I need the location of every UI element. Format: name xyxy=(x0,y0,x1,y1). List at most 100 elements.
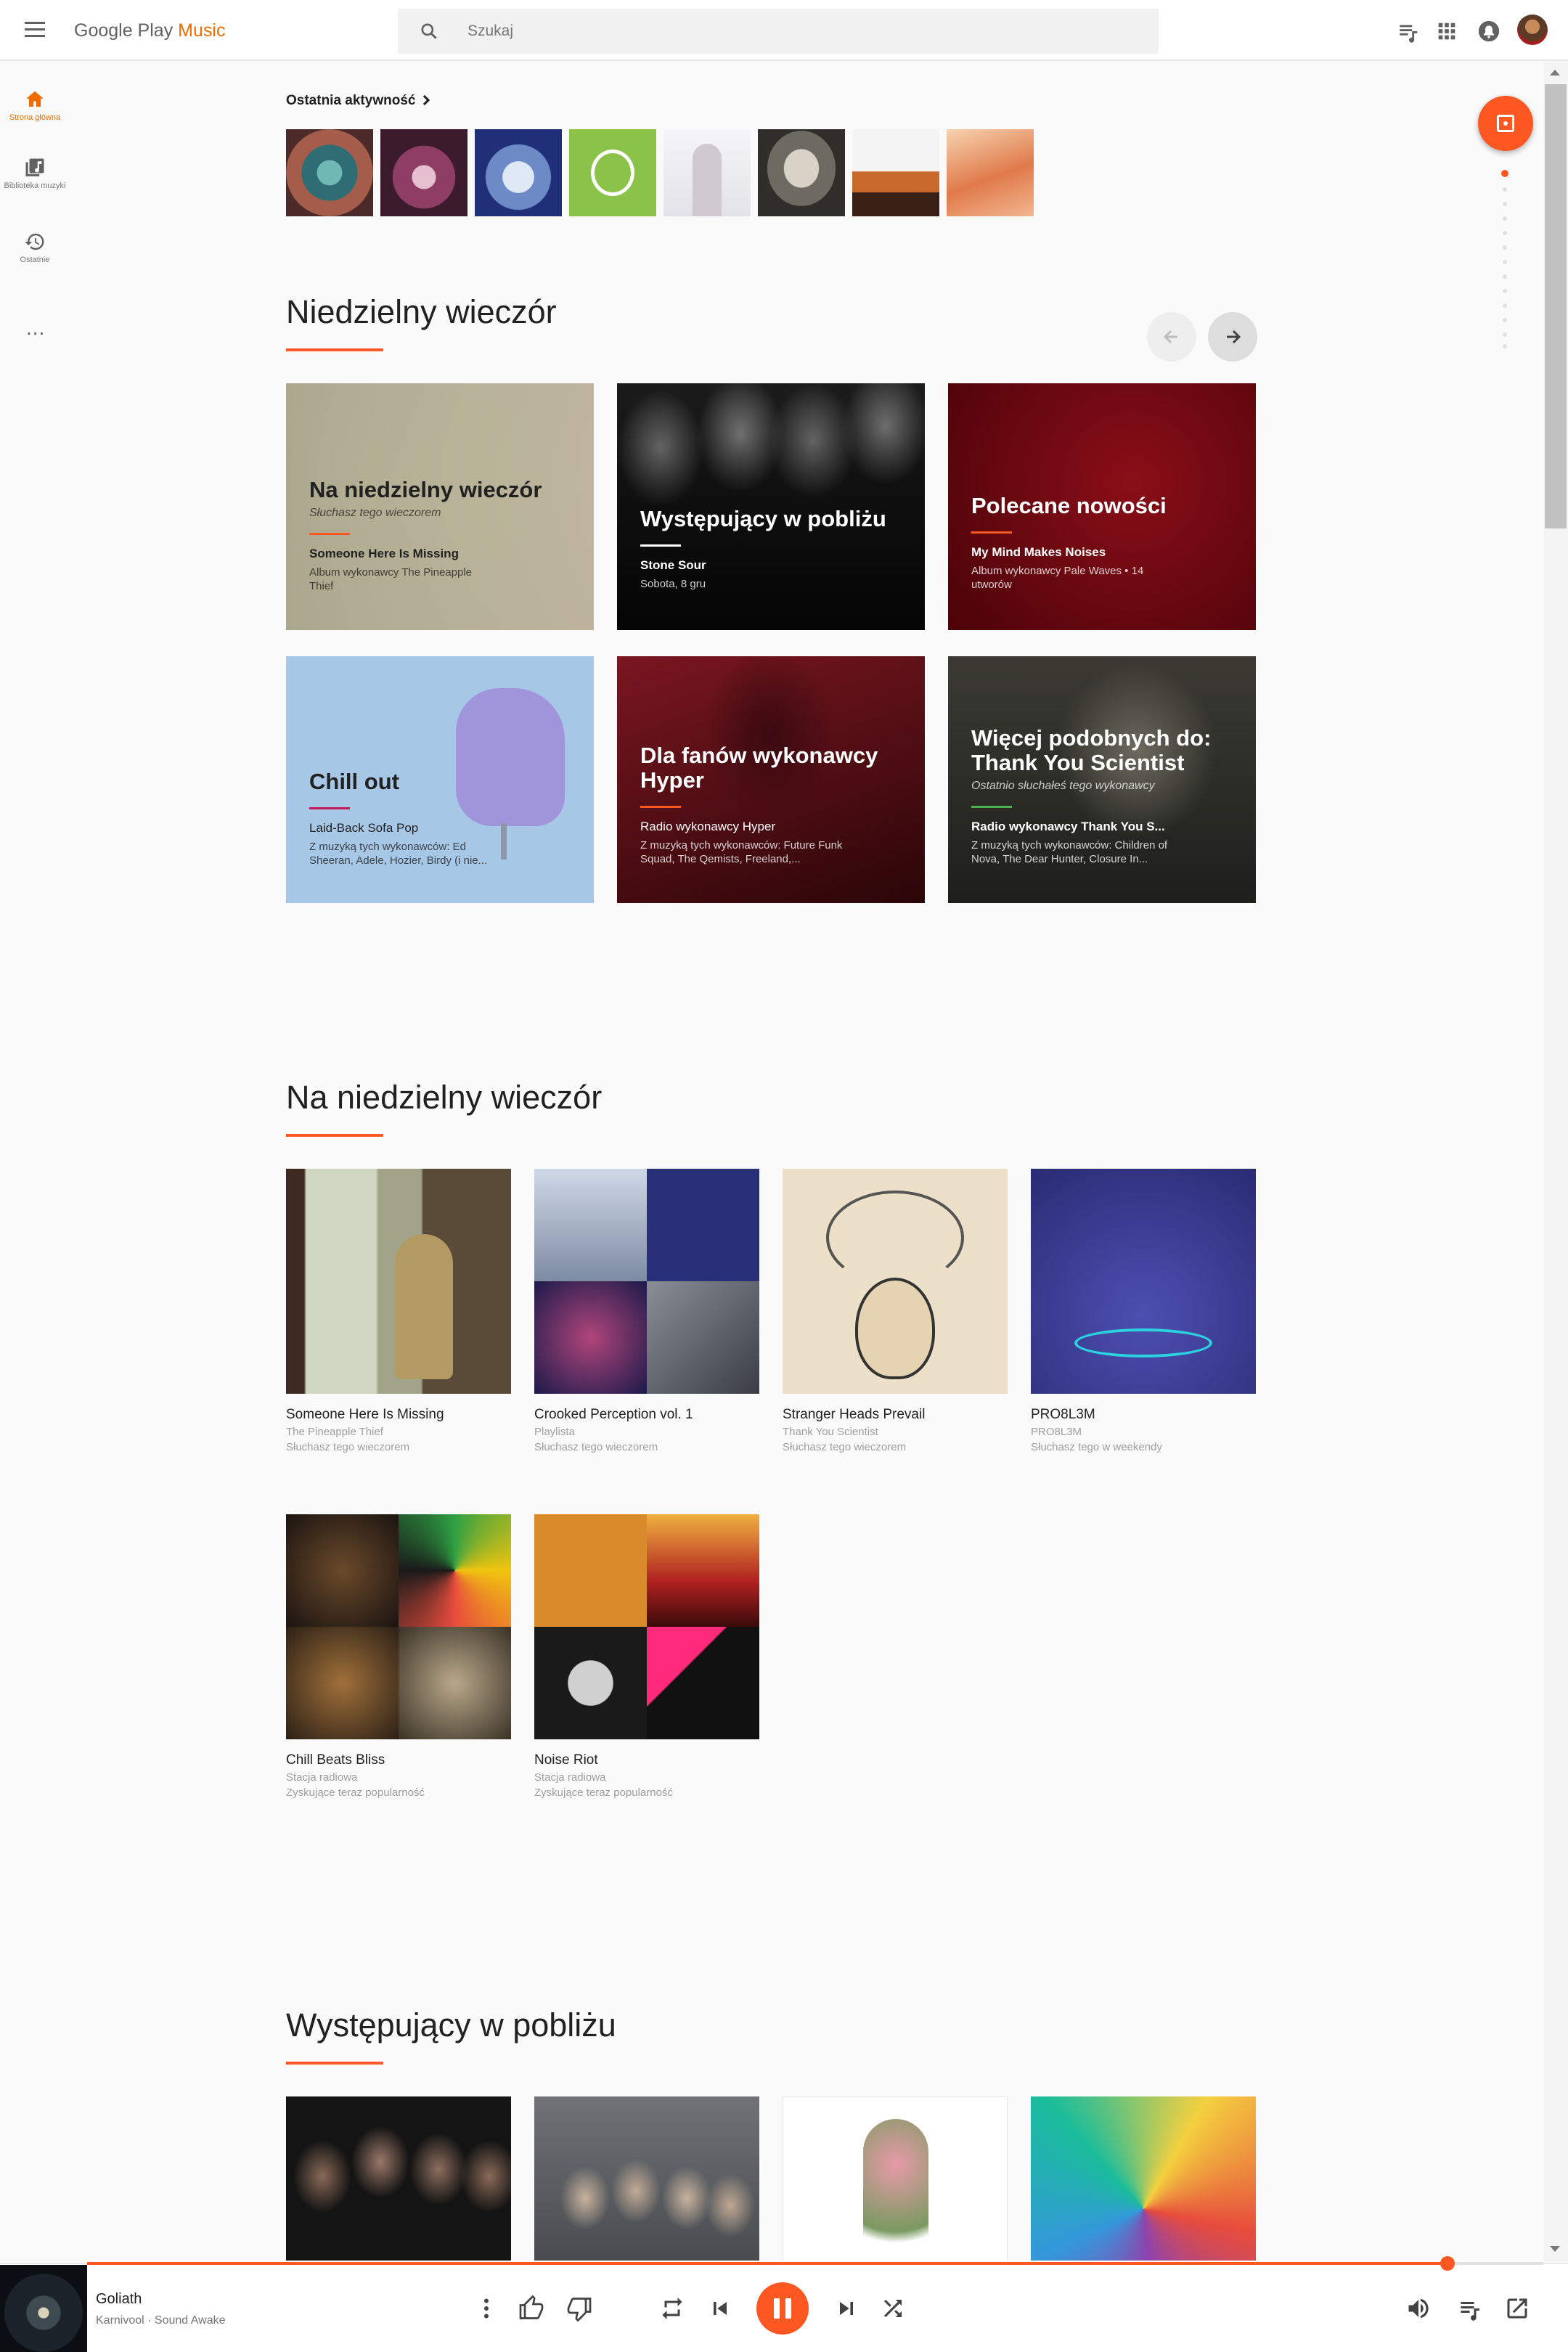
rail-dot[interactable] xyxy=(1503,289,1507,293)
rail-dot[interactable] xyxy=(1503,245,1507,250)
section-underline xyxy=(286,1134,383,1137)
queue-icon[interactable] xyxy=(1397,19,1421,44)
album-reason: Zyskujące teraz popularność xyxy=(534,1787,673,1799)
rail-dot[interactable] xyxy=(1503,260,1507,264)
app-logo[interactable]: Google Play Music xyxy=(74,20,225,41)
thumb-up-icon[interactable] xyxy=(518,2295,544,2322)
queue-music-icon[interactable] xyxy=(1458,2295,1484,2322)
rail-dot[interactable] xyxy=(1503,344,1507,348)
more-icon[interactable]: ... xyxy=(26,317,45,340)
card-title: Więcej podobnych do: Thank You Scientist xyxy=(971,725,1212,775)
search-input[interactable] xyxy=(467,17,1121,45)
scroll-down-arrow[interactable] xyxy=(1550,2246,1560,2252)
progress-knob[interactable] xyxy=(1440,2256,1455,2271)
skip-previous-icon[interactable] xyxy=(707,2295,733,2322)
album-card[interactable]: Noise Riot Stacja radiowa Zyskujące tera… xyxy=(534,1514,759,1799)
scrollbar-thumb[interactable] xyxy=(1545,84,1567,528)
album-art xyxy=(1031,1169,1256,1394)
card-wiecej-podobnych[interactable]: Więcej podobnych do: Thank You Scientist… xyxy=(948,656,1256,903)
skip-next-icon[interactable] xyxy=(833,2295,859,2322)
album-card[interactable]: Crooked Perception vol. 1 Playlista Słuc… xyxy=(534,1169,759,1453)
rail-dot[interactable] xyxy=(1503,216,1507,221)
album-art xyxy=(534,1169,759,1394)
nav-item-home[interactable]: Strona główna xyxy=(0,89,70,123)
rail-dot[interactable] xyxy=(1503,274,1507,279)
search-box[interactable] xyxy=(398,9,1159,54)
event-card[interactable] xyxy=(783,2096,1008,2261)
album-title: Noise Riot xyxy=(534,1752,598,1768)
pause-icon xyxy=(774,2298,780,2319)
recent-item[interactable] xyxy=(380,129,467,216)
card-polecane-nowosci[interactable]: Polecane nowości My Mind Makes Noises Al… xyxy=(948,383,1256,630)
apps-grid-icon[interactable] xyxy=(1434,19,1459,44)
album-card[interactable]: Someone Here Is Missing The Pineapple Th… xyxy=(286,1169,511,1453)
repeat-icon[interactable] xyxy=(659,2295,685,2322)
card-wystepujacy-w-poblizu[interactable]: Występujący w pobliżu Stone Sour Sobota,… xyxy=(617,383,925,630)
album-subtitle: Thank You Scientist xyxy=(783,1426,878,1438)
event-card[interactable] xyxy=(286,2096,511,2261)
menu-icon[interactable] xyxy=(25,22,45,39)
section-underline xyxy=(286,348,383,351)
rail-dot[interactable] xyxy=(1501,170,1508,177)
nav-item-recent[interactable]: Ostatnie xyxy=(0,231,70,265)
now-playing-art[interactable] xyxy=(0,2265,87,2352)
nav-label-home: Strona główna xyxy=(9,113,61,122)
card-na-niedzielny-wieczor[interactable]: Na niedzielny wieczór Słuchasz tego wiec… xyxy=(286,383,594,630)
carousel-prev-button[interactable] xyxy=(1147,312,1196,362)
album-title: Someone Here Is Missing xyxy=(286,1407,444,1422)
rail-dot[interactable] xyxy=(1503,318,1507,322)
recent-activity-link[interactable]: Ostatnia aktywność xyxy=(286,93,430,109)
now-playing-artist[interactable]: Karnivool · Sound Awake xyxy=(96,2314,225,2327)
nav-item-library[interactable]: Biblioteka muzyki xyxy=(0,157,70,191)
recent-item[interactable] xyxy=(663,129,751,216)
chevron-right-icon xyxy=(420,94,430,106)
recent-item[interactable] xyxy=(569,129,656,216)
recent-item[interactable] xyxy=(947,129,1034,216)
now-playing-title[interactable]: Goliath xyxy=(96,2291,142,2308)
recent-item[interactable] xyxy=(475,129,562,216)
dice-icon xyxy=(1497,115,1514,132)
card-title: Dla fanów wykonawcy Hyper xyxy=(640,743,878,793)
rail-dot[interactable] xyxy=(1503,202,1507,206)
card-description: Z muzyką tych wykonawców: Future Funk Sq… xyxy=(640,839,843,865)
progress-bar[interactable] xyxy=(87,2256,1543,2271)
card-chill-out[interactable]: Chill out Laid-Back Sofa Pop Z muzyką ty… xyxy=(286,656,594,903)
volume-icon[interactable] xyxy=(1405,2295,1432,2322)
avatar[interactable] xyxy=(1517,15,1548,45)
album-card[interactable]: Stranger Heads Prevail Thank You Scienti… xyxy=(783,1169,1008,1453)
rail-dot[interactable] xyxy=(1503,303,1507,308)
event-card[interactable] xyxy=(1031,2096,1256,2261)
open-in-new-icon[interactable] xyxy=(1504,2295,1530,2322)
card-subtitle: Radio wykonawcy Hyper xyxy=(640,820,776,833)
rail-dot[interactable] xyxy=(1503,187,1507,192)
search-icon[interactable] xyxy=(420,22,438,41)
carousel-next-button[interactable] xyxy=(1208,312,1257,362)
card-accent-bar xyxy=(971,531,1012,534)
section-title: Na niedzielny wieczór xyxy=(286,1079,603,1116)
shuffle-fab-button[interactable] xyxy=(1478,96,1533,151)
rail-dot[interactable] xyxy=(1503,231,1507,235)
thumb-down-icon[interactable] xyxy=(566,2295,592,2322)
recent-item[interactable] xyxy=(852,129,939,216)
recent-item[interactable] xyxy=(758,129,845,216)
pause-icon xyxy=(785,2298,791,2319)
album-card[interactable]: PRO8L3M PRO8L3M Słuchasz tego w weekendy xyxy=(1031,1169,1256,1453)
album-card[interactable]: Chill Beats Bliss Stacja radiowa Zyskują… xyxy=(286,1514,511,1799)
album-reason: Słuchasz tego wieczorem xyxy=(534,1441,658,1453)
card-reason: Słuchasz tego wieczorem xyxy=(309,507,441,519)
album-art xyxy=(534,1514,759,1739)
card-description: Z muzyką tych wykonawców: Ed Sheeran, Ad… xyxy=(309,841,488,867)
scroll-up-arrow[interactable] xyxy=(1550,70,1560,75)
rail-dot[interactable] xyxy=(1503,332,1507,337)
album-subtitle: PRO8L3M xyxy=(1031,1426,1082,1438)
more-vert-icon[interactable] xyxy=(473,2295,499,2322)
album-title: Crooked Perception vol. 1 xyxy=(534,1407,693,1422)
event-card[interactable] xyxy=(534,2096,759,2261)
card-accent-bar xyxy=(971,806,1012,808)
recent-item[interactable] xyxy=(286,129,373,216)
card-dla-fanow-hyper[interactable]: Dla fanów wykonawcy Hyper Radio wykonawc… xyxy=(617,656,925,903)
notifications-icon[interactable] xyxy=(1477,19,1501,44)
pause-button[interactable] xyxy=(756,2282,809,2335)
shuffle-icon[interactable] xyxy=(880,2295,906,2322)
home-icon xyxy=(26,91,44,107)
